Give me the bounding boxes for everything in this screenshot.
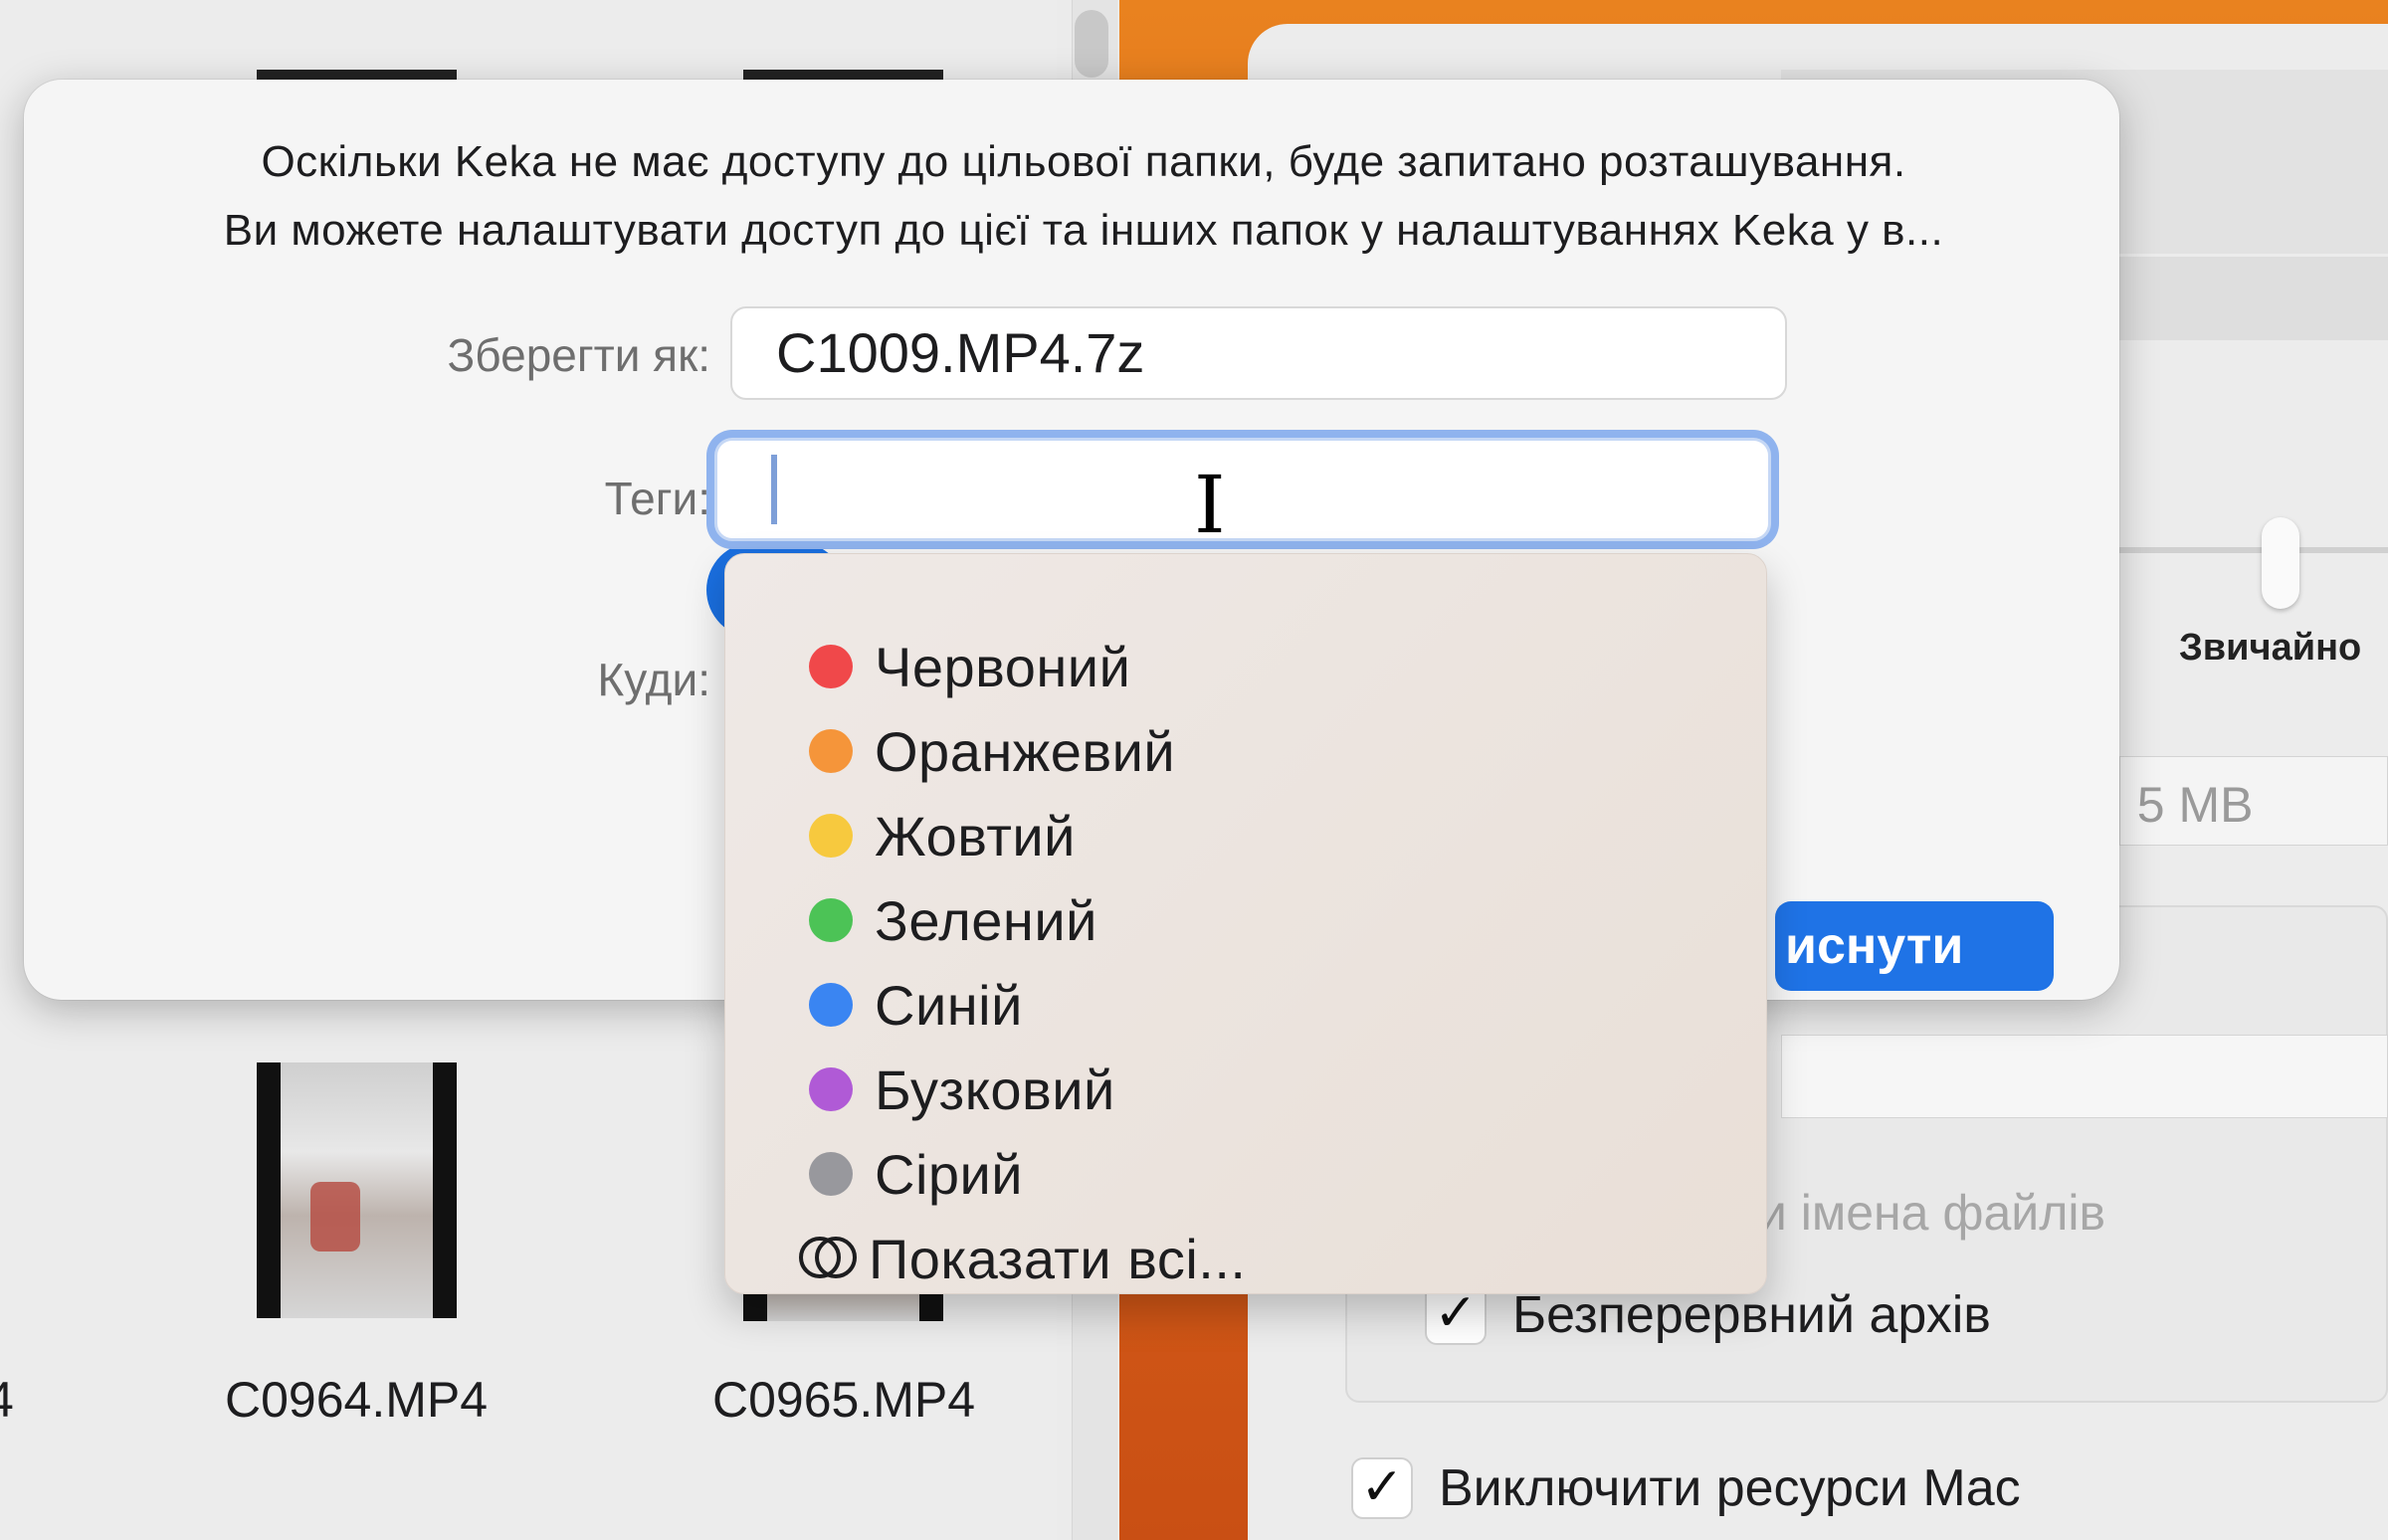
orange-dot-icon [809, 729, 853, 773]
tag-item-gray[interactable]: Сірий [809, 1139, 1023, 1209]
tags-input[interactable] [714, 438, 1771, 541]
checkmark-icon: ✓ [1360, 1458, 1404, 1516]
tags-menu: Червоний Оранжевий Жовтий Зелений Синій … [724, 553, 1767, 1294]
save-button[interactable]: иснути [1775, 901, 2054, 991]
compression-slider-track[interactable] [2119, 547, 2388, 553]
access-notice: Оскільки Keka не має доступу до цільової… [113, 127, 2054, 265]
access-notice-line: Оскільки Keka не має доступу до цільової… [261, 137, 1906, 186]
gray-dot-icon [809, 1152, 853, 1196]
tag-item-purple[interactable]: Бузковий [809, 1055, 1115, 1124]
exclude-mac-resources-checkbox[interactable]: ✓ [1351, 1457, 1413, 1519]
tag-item-green[interactable]: Зелений [809, 885, 1097, 955]
yellow-dot-icon [809, 814, 853, 858]
tag-item-label: Червоний [875, 635, 1131, 698]
tag-item-blue[interactable]: Синій [809, 970, 1023, 1040]
video-thumbnail[interactable] [257, 1062, 457, 1318]
tag-item-label: Синій [875, 973, 1023, 1037]
save-as-input[interactable]: C1009.MP4.7z [730, 306, 1787, 400]
keka-disabled-option-label: ти імена файлів [1736, 1185, 2106, 1241]
tag-item-label: Бузковий [875, 1058, 1115, 1121]
green-dot-icon [809, 898, 853, 942]
show-all-tags-label: Показати всі... [869, 1227, 1247, 1290]
tag-item-yellow[interactable]: Жовтий [809, 801, 1076, 870]
blue-dot-icon [809, 983, 853, 1027]
tag-item-orange[interactable]: Оранжевий [809, 716, 1175, 786]
where-label: Куди: [597, 654, 710, 705]
solid-archive-label: Безперервний архів [1512, 1286, 1991, 1344]
compression-level-label: Звичайно [2179, 627, 2362, 669]
tag-item-label: Сірий [875, 1142, 1024, 1206]
compression-slider-knob[interactable] [2262, 517, 2299, 609]
tags-label: Теги: [604, 473, 710, 524]
exclude-mac-resources-label: Виключити ресурси Mac [1439, 1459, 2021, 1517]
file-name-label[interactable]: C0964.MP4 [225, 1371, 488, 1429]
finder-scroll-thumb[interactable] [1075, 10, 1108, 78]
overlapping-circles-icon [799, 1237, 857, 1280]
ibeam-cursor-icon: I [1194, 459, 1226, 551]
text-caret [771, 455, 777, 524]
keka-password-field[interactable] [1781, 1035, 2388, 1118]
split-size-value: : 5 MB [2109, 777, 2254, 833]
save-as-label: Зберегти як: [447, 329, 711, 381]
tag-item-red[interactable]: Червоний [809, 632, 1130, 701]
tag-item-label: Жовтий [875, 804, 1076, 867]
truncated-file-label: 4 [0, 1371, 14, 1429]
tag-item-label: Оранжевий [875, 719, 1176, 783]
red-dot-icon [809, 645, 853, 688]
purple-dot-icon [809, 1067, 853, 1111]
tag-item-label: Зелений [875, 888, 1097, 952]
show-all-tags-item[interactable]: Показати всі... [799, 1224, 1246, 1293]
access-notice-line: Ви можете налаштувати доступ до цієї та … [223, 206, 1944, 255]
file-name-label[interactable]: C0965.MP4 [712, 1371, 975, 1429]
